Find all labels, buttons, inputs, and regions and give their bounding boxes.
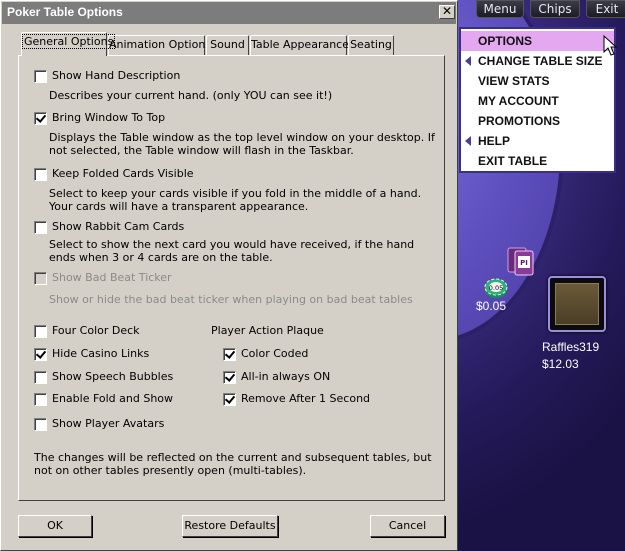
menu-item-promotions[interactable]: PROMOTIONS bbox=[461, 111, 614, 131]
general-options-panel: Show Hand Description Describes your cur… bbox=[18, 55, 445, 501]
tab-animation-options[interactable]: Animation Options bbox=[108, 35, 211, 55]
option-label: Show Speech Bubbles bbox=[52, 370, 174, 383]
option-label: All-in always ON bbox=[241, 370, 331, 383]
close-button[interactable]: ✕ bbox=[439, 5, 455, 19]
menu-item-my-account[interactable]: MY ACCOUNT bbox=[461, 91, 614, 111]
player-avatar bbox=[548, 276, 606, 332]
show-bad-beat-checkbox bbox=[34, 272, 47, 285]
menu-item-label: VIEW STATS bbox=[478, 74, 550, 88]
option-label: Hide Casino Links bbox=[52, 347, 150, 360]
player-name: Raffles319 bbox=[542, 340, 600, 354]
pot-amount: $0.05 bbox=[476, 299, 507, 313]
player-stack: $12.03 bbox=[542, 357, 579, 371]
changes-note: not on other tables presently open (mult… bbox=[34, 464, 307, 477]
show-rabbit-cam-checkbox[interactable] bbox=[34, 221, 47, 234]
option-description: Select to keep your cards visible if you… bbox=[49, 187, 422, 200]
keep-folded-cards-checkbox[interactable] bbox=[34, 168, 47, 181]
tab-table-appearance[interactable]: Table Appearance bbox=[250, 35, 349, 55]
all-in-checkbox[interactable] bbox=[223, 371, 236, 384]
option-label: Keep Folded Cards Visible bbox=[52, 167, 194, 180]
table-options-menu: OPTIONS CHANGE TABLE SIZE VIEW STATS MY … bbox=[459, 27, 616, 173]
tab-label: Sound bbox=[210, 38, 245, 51]
tab-general-options[interactable]: General Options bbox=[21, 32, 116, 56]
card-logo-label: PI bbox=[520, 259, 528, 267]
option-description: Displays the Table window as the top lev… bbox=[49, 131, 435, 144]
menu-item-label: HELP bbox=[478, 134, 511, 148]
tab-label: Animation Options bbox=[109, 38, 212, 51]
tab-seating[interactable]: Seating bbox=[348, 35, 394, 55]
chip-value-label: 0.05 bbox=[489, 284, 503, 292]
bring-window-to-top-checkbox[interactable] bbox=[34, 112, 47, 125]
avatar-image bbox=[555, 283, 599, 325]
tab-label: Table Appearance bbox=[251, 38, 349, 51]
menu-item-options[interactable]: OPTIONS bbox=[461, 31, 614, 51]
menu-item-label: OPTIONS bbox=[478, 34, 533, 48]
cancel-button[interactable]: Cancel bbox=[370, 515, 445, 537]
option-description: not selected, the Table window will flas… bbox=[49, 144, 354, 157]
top-nav: Menu Chips Exit bbox=[476, 0, 625, 20]
title-bar: Poker Table Options ✕ bbox=[2, 2, 456, 24]
plaque-heading: Player Action Plaque bbox=[211, 324, 324, 337]
tab-label: General Options bbox=[22, 34, 116, 49]
option-description: ends when 3 or 4 cards are on the table. bbox=[49, 251, 273, 264]
exit-button[interactable]: Exit bbox=[586, 0, 625, 18]
close-icon: ✕ bbox=[441, 4, 453, 18]
menu-item-label: EXIT TABLE bbox=[478, 154, 548, 168]
option-description: Select to show the next card you would h… bbox=[49, 238, 415, 251]
chip-icon: 0.05 bbox=[484, 278, 508, 298]
remove-after-checkbox[interactable] bbox=[223, 393, 236, 406]
option-label: Enable Fold and Show bbox=[52, 392, 174, 405]
color-coded-checkbox[interactable] bbox=[223, 348, 236, 361]
cards-icon: PI bbox=[507, 247, 534, 276]
menu-item-label: PROMOTIONS bbox=[478, 114, 561, 128]
option-label: Four Color Deck bbox=[52, 324, 140, 337]
submenu-arrow-icon bbox=[465, 56, 471, 66]
option-label: Bring Window To Top bbox=[52, 111, 166, 124]
options-dialog: Poker Table Options ✕ General Options An… bbox=[0, 0, 458, 551]
option-label: Show Rabbit Cam Cards bbox=[52, 220, 185, 233]
submenu-arrow-icon bbox=[465, 136, 471, 146]
menu-item-exit-table[interactable]: EXIT TABLE bbox=[461, 151, 614, 171]
show-speech-bubbles-checkbox[interactable] bbox=[34, 371, 47, 384]
menu-item-label: CHANGE TABLE SIZE bbox=[478, 54, 603, 68]
changes-note: The changes will be reflected on the cur… bbox=[34, 451, 432, 464]
menu-item-label: MY ACCOUNT bbox=[478, 94, 559, 108]
tab-label: Seating bbox=[350, 38, 392, 51]
menu-item-change-table-size[interactable]: CHANGE TABLE SIZE bbox=[461, 51, 614, 71]
menu-item-help[interactable]: HELP bbox=[461, 131, 614, 151]
show-hand-description-checkbox[interactable] bbox=[34, 70, 47, 83]
option-label: Show Player Avatars bbox=[52, 417, 165, 430]
option-label: Show Hand Description bbox=[52, 69, 181, 82]
four-color-deck-checkbox[interactable] bbox=[34, 325, 47, 338]
option-description: Describes your current hand. (only YOU c… bbox=[49, 89, 333, 102]
menu-item-view-stats[interactable]: VIEW STATS bbox=[461, 71, 614, 91]
option-label: Show Bad Beat Ticker bbox=[52, 271, 172, 284]
option-description: Your cards will have a transparent appea… bbox=[49, 200, 309, 213]
show-player-avatars-checkbox[interactable] bbox=[34, 418, 47, 431]
hide-casino-links-checkbox[interactable] bbox=[34, 348, 47, 361]
tab-sound[interactable]: Sound bbox=[206, 35, 249, 55]
restore-defaults-button[interactable]: Restore Defaults bbox=[182, 515, 278, 537]
menu-button[interactable]: Menu bbox=[476, 0, 524, 18]
option-description: Show or hide the bad beat ticker when pl… bbox=[49, 293, 413, 306]
option-label: Color Coded bbox=[241, 347, 309, 360]
ok-button[interactable]: OK bbox=[18, 515, 92, 537]
enable-fold-show-checkbox[interactable] bbox=[34, 393, 47, 406]
option-label: Remove After 1 Second bbox=[241, 392, 371, 405]
mouse-cursor-icon bbox=[603, 35, 618, 56]
chips-button[interactable]: Chips bbox=[530, 0, 580, 18]
dialog-title: Poker Table Options bbox=[7, 5, 123, 19]
